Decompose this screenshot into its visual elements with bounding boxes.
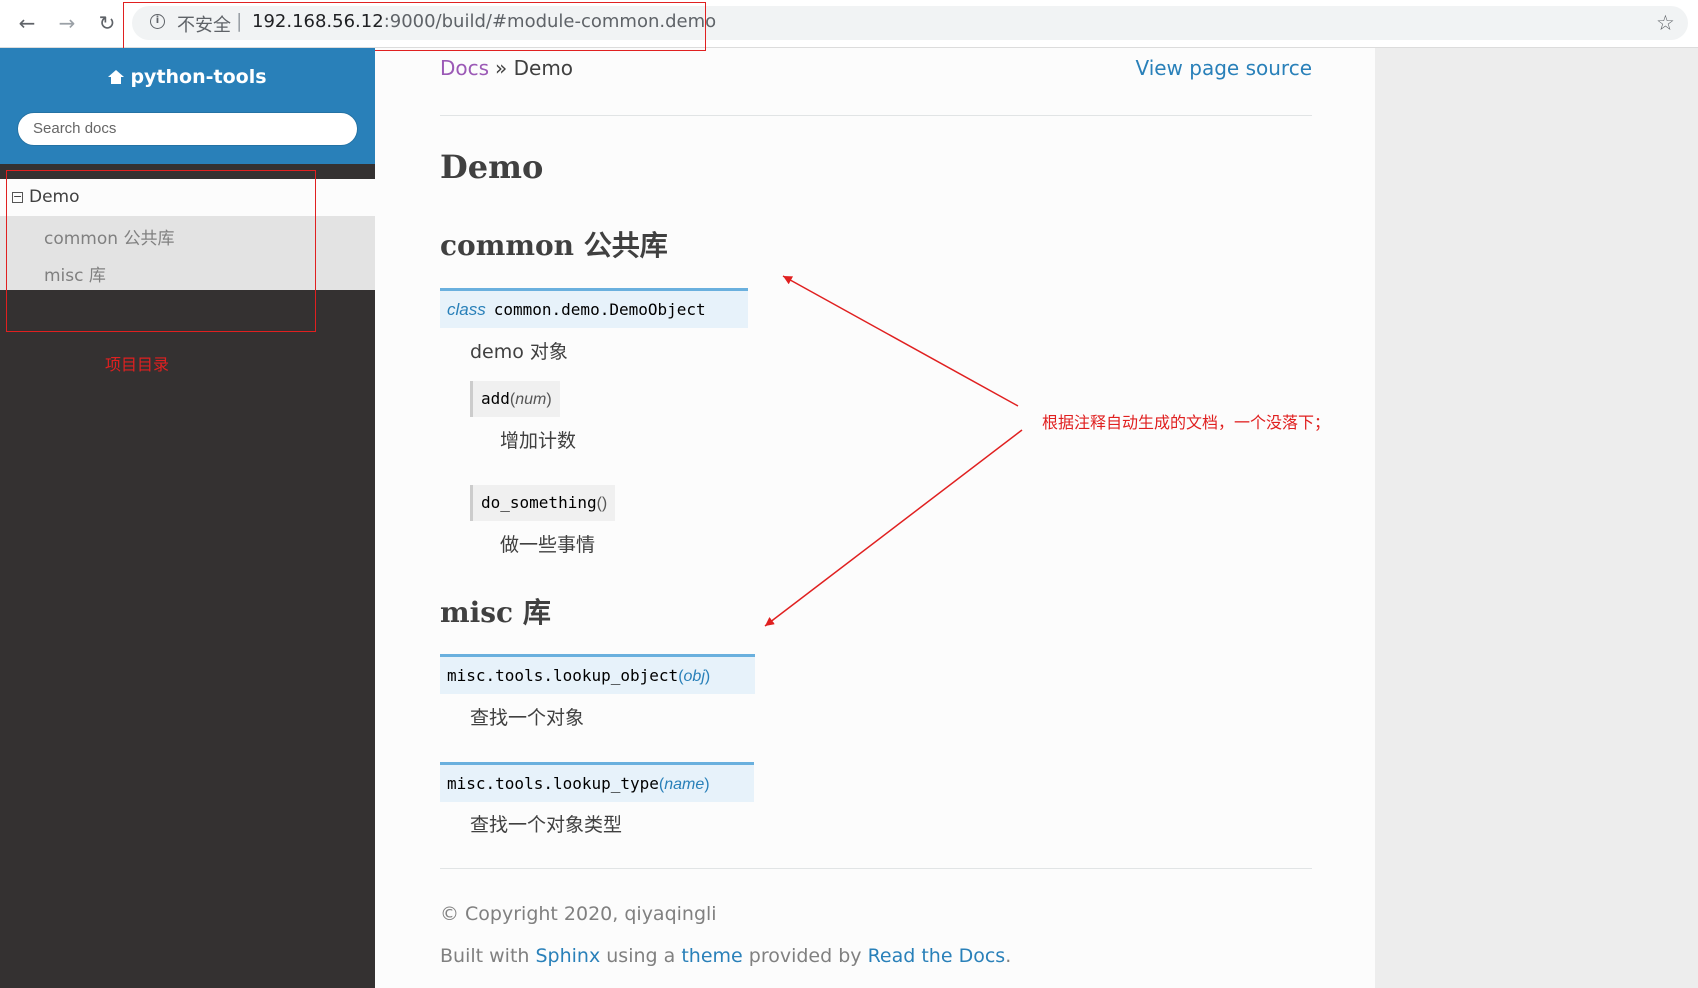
doc-annotation: 根据注释自动生成的文档，一个没落下； (1042, 413, 1331, 432)
divider (440, 115, 1312, 116)
search-input[interactable]: Search docs (17, 112, 358, 146)
reload-icon[interactable]: ↻ (94, 10, 120, 36)
read-the-docs-link[interactable]: Read the Docs (868, 945, 1006, 967)
built-prefix: Built with (440, 945, 530, 967)
function-description: 查找一个对象类型 (470, 814, 623, 836)
class-name: common.demo.DemoObject (493, 300, 706, 319)
copyright-text: © Copyright 2020, qiyaqingli (440, 903, 717, 925)
class-signature: class common.demo.DemoObject (440, 288, 748, 328)
method-description: 做一些事情 (500, 534, 596, 556)
method-signature-add: add(num) (470, 381, 560, 417)
arrow-to-common (782, 275, 1019, 407)
back-arrow-icon[interactable]: ← (14, 10, 40, 36)
function-name: misc.tools.lookup_type (447, 774, 659, 793)
method-description: 增加计数 (500, 430, 577, 452)
sidebar-header: python-tools Search docs (0, 48, 375, 164)
provided-by-text: provided by (748, 945, 862, 967)
brand-label: python-tools (130, 66, 267, 88)
page-gutter (1375, 48, 1698, 988)
theme-link[interactable]: theme (681, 945, 742, 967)
home-icon (108, 70, 125, 84)
forward-arrow-icon[interactable]: → (54, 10, 80, 36)
toc-annotation: 项目目录 (105, 355, 170, 374)
class-keyword: class (447, 300, 486, 319)
footer-divider (440, 868, 1312, 869)
bookmark-star-icon[interactable]: ☆ (1656, 11, 1675, 35)
sphinx-link[interactable]: Sphinx (535, 945, 600, 967)
function-description: 查找一个对象 (470, 707, 585, 729)
function-param: name (664, 776, 705, 793)
breadcrumb-label: Demo (513, 56, 574, 80)
toc-highlight-box (6, 170, 316, 332)
arrow-to-misc (764, 429, 1023, 627)
using-a-text: using a (606, 945, 676, 967)
view-source-link[interactable]: View page source (1135, 56, 1312, 80)
function-signature-lookup-type: misc.tools.lookup_type(name) (440, 762, 754, 802)
method-name: add (481, 389, 510, 408)
method-signature-do-something: do_something() (470, 485, 616, 521)
project-brand-link[interactable]: python-tools (0, 66, 375, 88)
function-param: obj (683, 668, 705, 685)
period: . (1005, 945, 1012, 967)
section-heading-misc: misc 库 (440, 596, 551, 629)
breadcrumb-current: » Demo (495, 56, 573, 80)
function-signature-lookup-object: misc.tools.lookup_object(obj) (440, 654, 755, 694)
section-heading-common: common 公共库 (440, 229, 668, 262)
page-title: Demo (440, 148, 544, 186)
function-name: misc.tools.lookup_object (447, 666, 679, 685)
built-with-text: Built with Sphinx using a theme provided… (440, 945, 1011, 967)
method-param: num (515, 391, 547, 408)
class-description: demo 对象 (470, 341, 568, 363)
url-highlight-box (123, 2, 706, 51)
breadcrumb-separator: » (495, 56, 508, 80)
method-name: do_something (481, 493, 597, 512)
breadcrumb-docs-link[interactable]: Docs (440, 56, 489, 80)
